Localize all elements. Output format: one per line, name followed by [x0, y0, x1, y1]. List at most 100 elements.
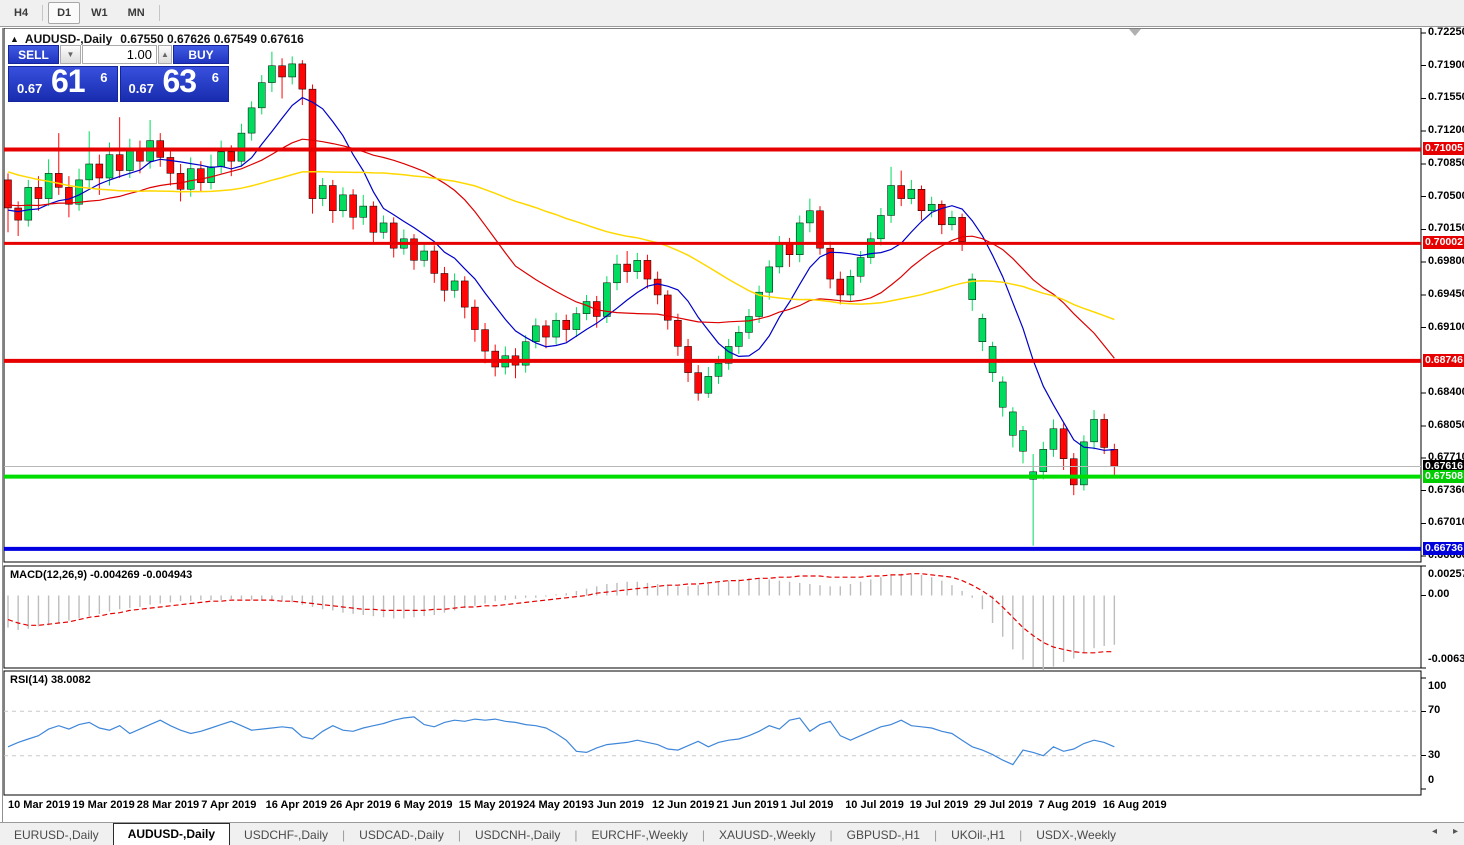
candle-bullish[interactable] [796, 223, 803, 255]
candle-bullish[interactable] [806, 211, 813, 223]
chart-tab-ukoil-h1[interactable]: UKOil-,H1 [937, 825, 1019, 845]
candle-bullish[interactable] [248, 108, 255, 133]
candle-bearish[interactable] [695, 373, 702, 394]
candle-bullish[interactable] [339, 195, 346, 211]
chart-tab-audusd-daily[interactable]: AUDUSD-,Daily [113, 823, 230, 845]
candle-bearish[interactable] [309, 89, 316, 198]
candle-bullish[interactable] [380, 223, 387, 232]
candle-bearish[interactable] [116, 155, 123, 171]
candle-bearish[interactable] [279, 66, 286, 77]
candle-bearish[interactable] [624, 264, 631, 271]
candle-bullish[interactable] [877, 215, 884, 238]
chart-shift-marker-icon[interactable] [1129, 29, 1141, 36]
candle-bullish[interactable] [258, 83, 265, 108]
candle-bearish[interactable] [350, 195, 357, 217]
candle-bearish[interactable] [563, 320, 570, 329]
candle-bullish[interactable] [735, 332, 742, 346]
candle-bearish[interactable] [299, 64, 306, 89]
candle-bullish[interactable] [421, 251, 428, 260]
candle-bullish[interactable] [45, 173, 52, 198]
candle-bearish[interactable] [786, 244, 793, 255]
sell-price-box[interactable]: 0.67 61 6 [8, 66, 118, 102]
volume-input[interactable]: 1.00 [82, 45, 157, 64]
candle-bearish[interactable] [197, 169, 204, 183]
candle-bullish[interactable] [218, 152, 225, 167]
candle-bearish[interactable] [918, 189, 925, 211]
candle-bullish[interactable] [573, 314, 580, 330]
candle-bearish[interactable] [228, 152, 235, 161]
tab-scroll-right-icon[interactable]: ▸ [1451, 826, 1460, 837]
candle-bullish[interactable] [766, 267, 773, 292]
timeframe-button-h4[interactable]: H4 [5, 2, 37, 24]
chart-tab-xauusd-weekly[interactable]: XAUUSD-,Weekly [705, 825, 829, 845]
candle-bearish[interactable] [482, 330, 489, 352]
candle-bearish[interactable] [461, 281, 468, 307]
candle-bearish[interactable] [1101, 419, 1108, 447]
candle-bullish[interactable] [776, 244, 783, 267]
candlestick-chart[interactable] [0, 28, 1464, 822]
candle-bullish[interactable] [857, 258, 864, 277]
candle-bullish[interactable] [867, 239, 874, 258]
collapse-panel-icon[interactable]: ▲ [10, 34, 19, 44]
candle-bullish[interactable] [208, 167, 215, 183]
candle-bullish[interactable] [187, 169, 194, 190]
candle-bearish[interactable] [370, 206, 377, 232]
candle-bearish[interactable] [5, 180, 12, 208]
candle-bearish[interactable] [65, 187, 72, 204]
candle-bearish[interactable] [542, 326, 549, 337]
buy-price-box[interactable]: 0.67 63 6 [120, 66, 230, 102]
candle-bullish[interactable] [25, 187, 32, 220]
candle-bearish[interactable] [177, 173, 184, 189]
candle-bearish[interactable] [35, 187, 42, 198]
candle-bullish[interactable] [106, 155, 113, 178]
candle-bullish[interactable] [979, 318, 986, 341]
candle-bullish[interactable] [705, 376, 712, 393]
chart-tab-usdx-weekly[interactable]: USDX-,Weekly [1022, 825, 1130, 845]
candle-bullish[interactable] [360, 206, 367, 217]
chart-tab-usdcnh-daily[interactable]: USDCNH-,Daily [461, 825, 574, 845]
candle-bullish[interactable] [76, 180, 83, 204]
candle-bearish[interactable] [329, 186, 336, 211]
candle-bullish[interactable] [532, 326, 539, 342]
candle-bullish[interactable] [289, 64, 296, 77]
candle-bearish[interactable] [441, 273, 448, 290]
volume-increase-button[interactable]: ▲ [158, 45, 172, 64]
volume-decrease-button[interactable]: ▼ [60, 45, 81, 64]
candle-bullish[interactable] [86, 164, 93, 180]
candle-bearish[interactable] [1070, 459, 1077, 485]
candle-bullish[interactable] [1091, 419, 1098, 441]
candle-bearish[interactable] [96, 164, 103, 178]
candle-bullish[interactable] [1040, 449, 1047, 471]
candle-bearish[interactable] [1060, 429, 1067, 459]
candle-bearish[interactable] [431, 251, 438, 273]
candle-bullish[interactable] [238, 133, 245, 161]
candle-bullish[interactable] [319, 186, 326, 199]
candle-bearish[interactable] [654, 279, 661, 295]
candle-bearish[interactable] [55, 173, 62, 187]
chart-tab-eurchf-weekly[interactable]: EURCHF-,Weekly [577, 825, 701, 845]
buy-button[interactable]: BUY [173, 45, 229, 64]
candle-bullish[interactable] [634, 260, 641, 271]
candle-bullish[interactable] [928, 204, 935, 211]
chart-area[interactable]: ▲AUDUSD-,Daily0.67550 0.67626 0.67549 0.… [0, 28, 1464, 822]
candle-bullish[interactable] [583, 302, 590, 314]
tab-scroll-left-icon[interactable]: ◂ [1430, 826, 1439, 837]
candle-bullish[interactable] [847, 276, 854, 295]
candle-bullish[interactable] [888, 186, 895, 216]
candle-bullish[interactable] [451, 281, 458, 290]
chart-tab-usdchf-daily[interactable]: USDCHF-,Daily [230, 825, 342, 845]
candle-bearish[interactable] [674, 320, 681, 346]
candle-bullish[interactable] [999, 382, 1006, 407]
candle-bullish[interactable] [553, 320, 560, 337]
timeframe-button-mn[interactable]: MN [119, 2, 154, 24]
candle-bearish[interactable] [644, 260, 651, 279]
candle-bullish[interactable] [1009, 412, 1016, 435]
candle-bullish[interactable] [1020, 431, 1027, 452]
sell-button[interactable]: SELL [8, 45, 59, 64]
candle-bullish[interactable] [715, 363, 722, 376]
timeframe-button-d1[interactable]: D1 [48, 2, 80, 24]
chart-tab-gbpusd-h1[interactable]: GBPUSD-,H1 [833, 825, 934, 845]
candle-bearish[interactable] [15, 208, 22, 220]
candle-bullish[interactable] [268, 66, 275, 83]
candle-bullish[interactable] [948, 217, 955, 224]
